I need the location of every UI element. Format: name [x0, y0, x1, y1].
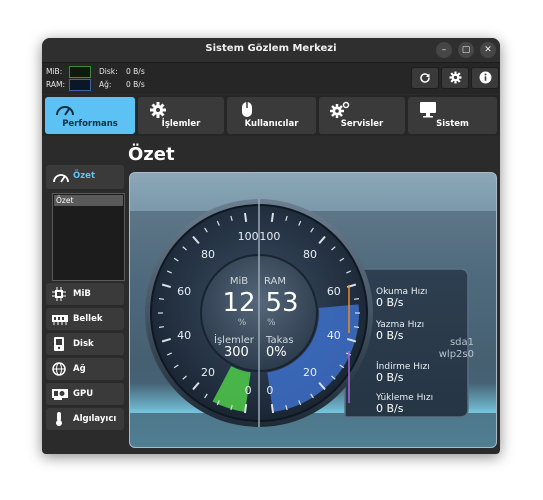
ram-tick-label: 100 [259, 230, 280, 243]
gear-icon [449, 71, 461, 84]
network-device-name: wlp2s0 [439, 349, 474, 360]
cpu-percent-unit: % [238, 318, 247, 328]
tab-label: İşlemler [161, 119, 201, 129]
mouse-icon [242, 102, 252, 117]
mib-mini-graph [69, 66, 91, 78]
download-speed-value: 0 B/s [376, 371, 404, 384]
globe-icon [52, 362, 66, 376]
tab-bar: Performans İşlemler Kullanıcılar Servisl… [42, 95, 500, 136]
ram-tick-label: 20 [303, 366, 317, 379]
tab-label: Servisler [340, 119, 384, 129]
gauge-tick [270, 403, 275, 414]
ram-percent-unit: % [267, 318, 276, 328]
read-speed-value: 0 B/s [376, 296, 404, 309]
sidebar-item-label: Algılayıcı [73, 414, 117, 424]
sidebar-item-gpu[interactable]: GPU [46, 383, 124, 405]
cpu-icon [52, 287, 66, 301]
gauge-tick [353, 326, 360, 328]
cpu-percent-value: 12 [222, 288, 255, 318]
disk-label: Disk: [99, 67, 118, 76]
tab-processes[interactable]: İşlemler [138, 97, 224, 134]
disk-value: 0 B/s [126, 67, 145, 76]
about-button[interactable] [471, 67, 499, 89]
cpu-tick-label: 0 [245, 384, 252, 397]
title-bar: Sistem Gözlem Merkezi – ▢ ✕ [42, 38, 500, 63]
ram-label: RAM [264, 276, 286, 287]
ram-percent-value: 53 [265, 288, 298, 318]
sidebar: Özet Özet MiB Bellek Disk Ağ GPU Algılay… [46, 165, 126, 453]
sidebar-item-cpu[interactable]: MiB [46, 283, 124, 305]
swap-value: 0% [266, 345, 287, 360]
tab-label: Performans [62, 119, 118, 129]
sidebar-item-label: GPU [73, 389, 94, 399]
cpu-tick-label: 40 [177, 329, 191, 342]
cpu-tick-label: 20 [201, 366, 215, 379]
cpu-tick-label: 60 [177, 285, 191, 298]
ram-mini-graph [69, 79, 91, 91]
disk-icon [54, 337, 64, 351]
monitor-icon [420, 102, 436, 118]
ram-icon [52, 315, 68, 325]
gpu-icon [52, 389, 68, 400]
window-title: Sistem Gözlem Merkezi [205, 43, 337, 54]
sidebar-item-network[interactable]: Ağ [46, 358, 124, 380]
cpu-label: MiB [230, 276, 248, 287]
gauge-tick [270, 212, 275, 223]
cpu-tick-label: 100 [238, 230, 259, 243]
settings-button[interactable] [441, 67, 469, 89]
sidebar-item-disk[interactable]: Disk [46, 333, 124, 355]
tab-label: Sistem [436, 119, 469, 129]
write-speed-value: 0 B/s [376, 329, 404, 342]
gear-icon [150, 102, 166, 118]
ram-tick-label: 0 [266, 384, 273, 397]
sidebar-item-label: Bellek [73, 314, 103, 324]
list-item[interactable]: Özet [54, 195, 123, 206]
sidebar-item-sensors[interactable]: Algılayıcı [46, 408, 124, 430]
gauge-tick [158, 298, 165, 300]
gauge-tick [243, 212, 248, 223]
sidebar-item-label: Özet [73, 171, 96, 181]
gears-icon [330, 101, 350, 118]
net-label: Ağ: [99, 80, 112, 89]
net-value: 0 B/s [126, 80, 145, 89]
mib-label: MiB: [46, 67, 63, 76]
tab-performance[interactable]: Performans [45, 97, 135, 134]
gauge-tick [158, 326, 165, 328]
ram-tick-label: 60 [327, 285, 341, 298]
info-icon [479, 71, 491, 84]
sidebar-item-memory[interactable]: Bellek [46, 308, 124, 330]
sidebar-item-label: Disk [73, 339, 94, 349]
sidebar-item-label: Ağ [73, 364, 86, 374]
gauge-tick [243, 403, 248, 414]
processes-value: 300 [224, 345, 249, 360]
upload-speed-value: 0 B/s [376, 402, 404, 415]
refresh-icon [420, 73, 430, 83]
disk-device-name: sda1 [450, 337, 474, 348]
app-window: Sistem Gözlem Merkezi – ▢ ✕ MiB: RAM: Di… [42, 38, 500, 454]
ram-label: RAM: [46, 80, 66, 89]
minimize-button[interactable]: – [436, 42, 452, 58]
refresh-button[interactable] [411, 67, 439, 89]
cpu-tick-label: 80 [201, 248, 215, 261]
speedometer-icon [56, 106, 74, 116]
speedometer-icon [53, 174, 69, 183]
thermometer-icon [56, 412, 62, 426]
tab-users[interactable]: Kullanıcılar [227, 97, 316, 134]
page-title: Özet [128, 144, 175, 165]
summary-list[interactable]: Özet [52, 193, 125, 281]
maximize-button[interactable]: ▢ [458, 42, 474, 58]
tab-label: Kullanıcılar [244, 119, 299, 129]
tab-services[interactable]: Servisler [319, 97, 405, 134]
summary-gauge-panel: 020406080100020406080100MiB12%İşlemler30… [130, 199, 496, 427]
ram-tick-label: 80 [303, 248, 317, 261]
close-button[interactable]: ✕ [480, 42, 496, 58]
sidebar-item-label: MiB [73, 289, 91, 299]
tab-system[interactable]: Sistem [408, 97, 497, 134]
sidebar-item-summary[interactable]: Özet [46, 165, 124, 189]
gauge-tick [353, 298, 360, 300]
summary-panel: 0 20 40 60 80 100 0 20 40 60 80 100 MiB 12% İşlemler 30… [129, 172, 497, 448]
ram-tick-label: 40 [327, 329, 341, 342]
